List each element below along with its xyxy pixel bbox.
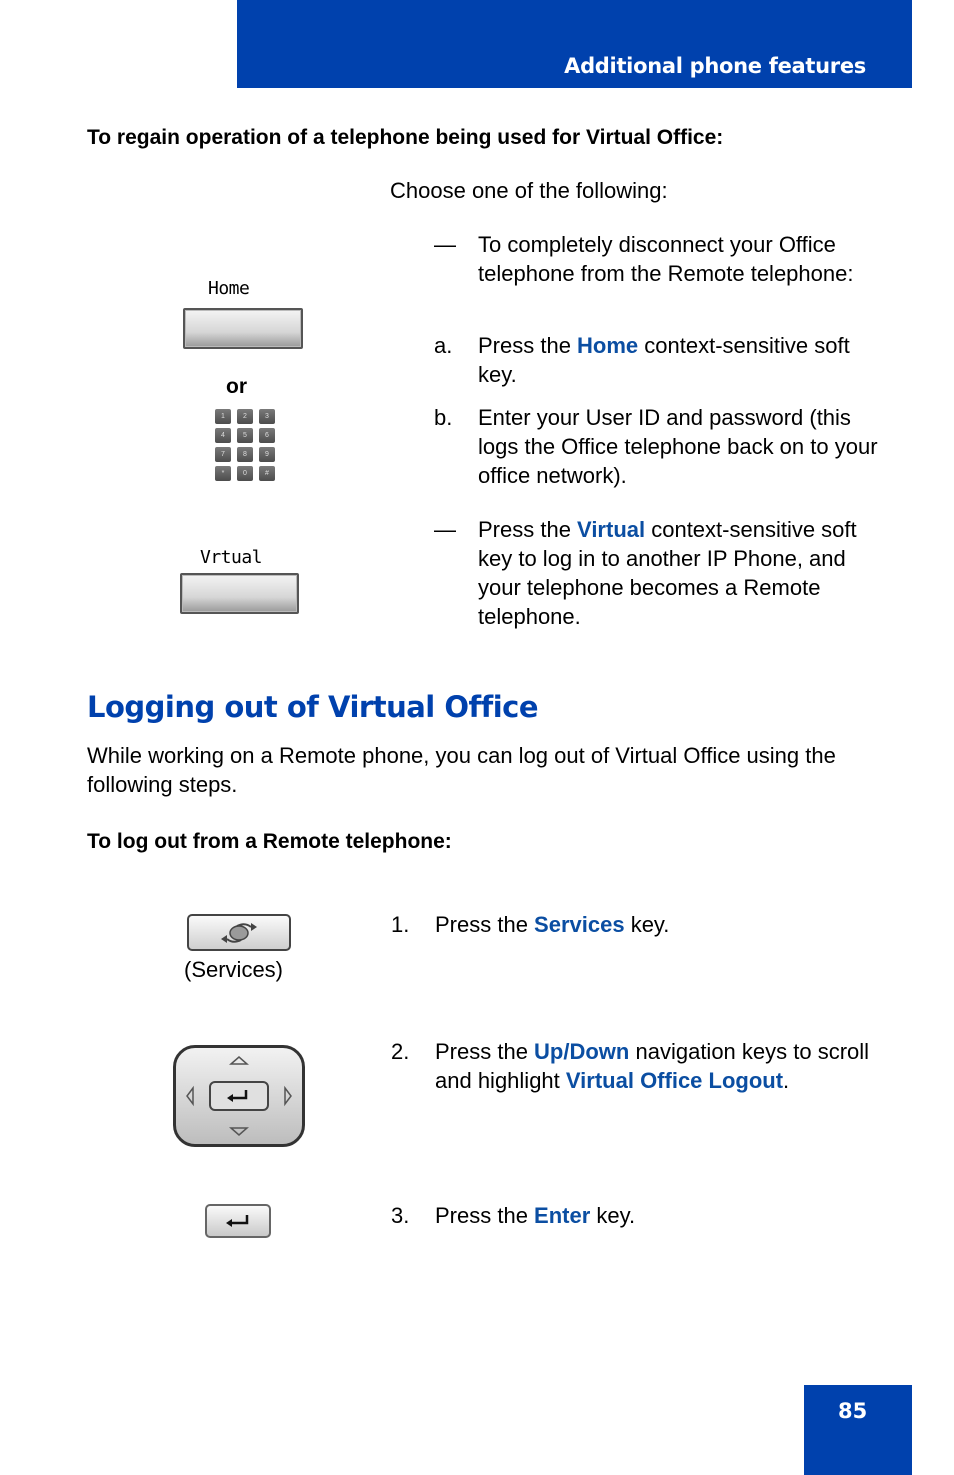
- procedure-heading: To log out from a Remote telephone:: [87, 830, 452, 853]
- services-key-icon: [187, 914, 291, 951]
- step-marker: 2.: [391, 1039, 410, 1064]
- dialpad-icon: 1 2 3 4 5 6 7 8 9 * 0 #: [215, 409, 275, 481]
- keypad-key: #: [259, 466, 275, 481]
- text: key.: [590, 1203, 636, 1228]
- keypad-key: 1: [215, 409, 231, 424]
- step-marker: a.: [434, 333, 453, 358]
- procedure-heading: To regain operation of a telephone being…: [87, 126, 724, 149]
- keypad-key: 3: [259, 409, 275, 424]
- step-text: Enter your User ID and password (this lo…: [478, 405, 878, 488]
- highlight-services: Services: [534, 912, 625, 937]
- step-marker: 3.: [391, 1203, 410, 1228]
- highlight-up-down: Up/Down: [534, 1039, 630, 1064]
- step-text: Press the Up/Down navigation keys to scr…: [435, 1037, 875, 1095]
- keypad-key: 6: [259, 428, 275, 443]
- section-intro: While working on a Remote phone, you can…: [87, 743, 836, 797]
- highlight-virtual: Virtual: [577, 517, 646, 542]
- keypad-key: 7: [215, 447, 231, 462]
- text: Press the: [435, 1039, 535, 1064]
- keypad-key: 8: [237, 447, 253, 462]
- option-text: To completely disconnect your Office tel…: [478, 232, 854, 286]
- option-text: Press the Virtual context-sensitive soft…: [478, 515, 878, 631]
- services-glyph-icon: [221, 923, 257, 943]
- enter-key-icon: [205, 1204, 271, 1238]
- enter-arrow-icon: [226, 1215, 249, 1227]
- virtual-softkey-label: Vrtual: [200, 547, 263, 568]
- navigation-cluster-icon: [173, 1045, 305, 1147]
- header-band: Additional phone features: [237, 0, 912, 88]
- section-title: Logging out of Virtual Office: [87, 690, 539, 724]
- intro-text: Choose one of the following:: [390, 178, 668, 203]
- step-text: Press the Enter key.: [435, 1201, 875, 1230]
- text: .: [783, 1068, 790, 1093]
- text: Press the: [478, 333, 578, 358]
- step-text: Press the Services key.: [435, 910, 875, 939]
- virtual-softkey-icon: [180, 573, 299, 614]
- keypad-key: 5: [237, 428, 253, 443]
- keypad-key: 2: [237, 409, 253, 424]
- keypad-key: *: [215, 466, 231, 481]
- highlight-home: Home: [577, 333, 639, 358]
- home-softkey-icon: [183, 308, 303, 349]
- highlight-virtual-office-logout: Virtual Office Logout: [565, 1068, 784, 1093]
- keypad-key: 9: [259, 447, 275, 462]
- nav-arrows-icon: [186, 1056, 292, 1136]
- page-number-box: 85: [804, 1385, 912, 1475]
- home-softkey-label: Home: [208, 278, 250, 299]
- header-title: Additional phone features: [564, 54, 866, 78]
- text: key.: [624, 912, 670, 937]
- dash-marker: —: [434, 232, 456, 257]
- text: Press the: [435, 912, 535, 937]
- step-marker: 1.: [391, 912, 410, 937]
- dash-marker: —: [434, 517, 456, 542]
- text: Press the: [435, 1203, 535, 1228]
- page-number: 85: [838, 1399, 868, 1423]
- keypad-key: 4: [215, 428, 231, 443]
- services-caption: (Services): [184, 957, 284, 982]
- or-label: or: [226, 375, 247, 398]
- highlight-enter: Enter: [534, 1203, 591, 1228]
- step-text: Press the Home context-sensitive soft ke…: [478, 331, 878, 389]
- keypad-key: 0: [237, 466, 253, 481]
- step-marker: b.: [434, 405, 453, 430]
- text: Press the: [478, 517, 578, 542]
